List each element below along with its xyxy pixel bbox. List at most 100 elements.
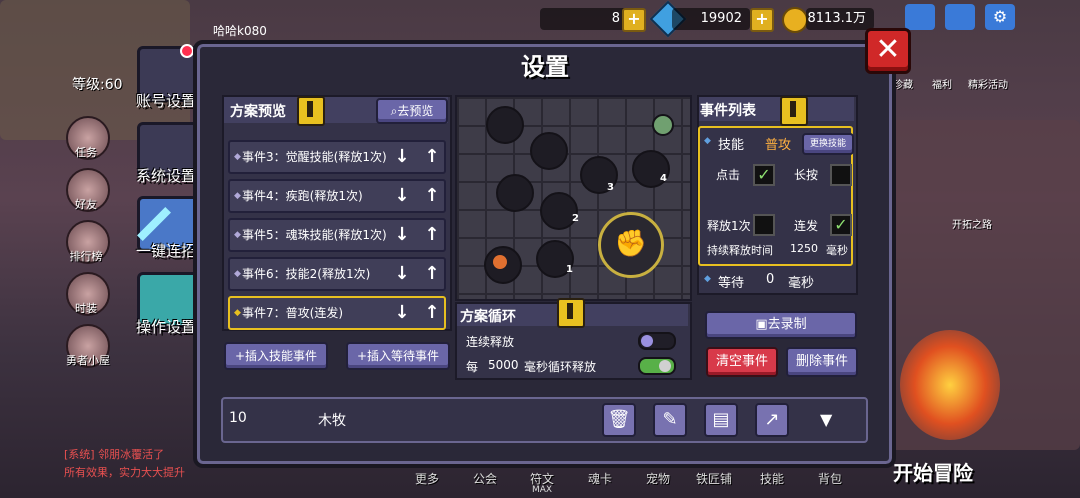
event-bullet-icon: ◆ — [234, 152, 241, 162]
loop-clipboard-icon[interactable] — [557, 298, 585, 328]
settings-gear-icon[interactable]: ⚙ — [985, 4, 1015, 30]
scheme-name: 木牧 — [318, 413, 346, 429]
add-resource-button[interactable]: + — [622, 8, 646, 32]
nav-more[interactable]: 更多 — [415, 470, 439, 487]
map-node — [486, 106, 524, 144]
fist-center-icon: ✊ — [598, 212, 664, 278]
nav-soul-card[interactable]: 魂卡 — [588, 470, 612, 487]
move-down-arrow-icon[interactable]: ↓ — [394, 220, 410, 250]
move-up-arrow-icon[interactable]: ↑ — [424, 259, 440, 289]
event-label-7: 事件7：普攻(连发) — [242, 306, 343, 320]
hold-checkbox[interactable] — [830, 164, 852, 186]
loop-every-label: 每 — [466, 360, 479, 374]
goto-preview-button[interactable]: ⌕去预览 — [376, 98, 448, 124]
event-row-4[interactable]: ◆ 事件4：疾跑(释放1次) ↓ ↑ — [228, 179, 446, 213]
map-node — [530, 132, 568, 170]
change-skill-button[interactable]: 更换技能 — [802, 133, 854, 155]
tap-checkbox[interactable]: ✓ — [753, 164, 775, 186]
event-row-5[interactable]: ◆ 事件5：魂珠技能(释放1次) ↓ ↑ — [228, 218, 446, 252]
move-up-arrow-icon[interactable]: ↑ — [424, 298, 440, 328]
notice-icon[interactable] — [945, 4, 975, 30]
left-menu-friends: 好友 — [75, 198, 97, 211]
event-bullet-icon: ◆ — [234, 191, 241, 201]
gold-count: 8113.1万 — [807, 11, 867, 26]
preview-title: 方案预览 — [230, 104, 286, 120]
close-button[interactable]: ✕ — [865, 28, 911, 74]
tab-one-key-combo-label: 一键连招 — [135, 242, 196, 260]
player-name: 哈哈k080 — [213, 24, 267, 38]
right-menu-events[interactable]: 精彩活动 — [968, 76, 1008, 91]
map-node — [540, 192, 578, 230]
tab-system-settings-label: 系统设置 — [135, 167, 196, 185]
loop-title: 方案循环 — [460, 309, 516, 325]
preview-clipboard-icon[interactable] — [297, 96, 325, 126]
bg-fire-glow — [900, 330, 1000, 440]
event-label-5: 事件5：魂珠技能(释放1次) — [242, 228, 387, 242]
move-down-arrow-icon[interactable]: ↓ — [394, 142, 410, 172]
account-notification-dot — [180, 44, 194, 58]
map-node-label-2: 2 — [572, 213, 579, 224]
tab-account-settings-label: 账号设置 — [135, 92, 196, 110]
move-up-arrow-icon[interactable]: ↑ — [424, 142, 440, 172]
wait-label: 等待 — [718, 276, 745, 291]
map-node-label-4: 4 — [660, 173, 667, 184]
player-level: 等级:60 — [72, 77, 123, 93]
move-up-arrow-icon[interactable]: ↑ — [424, 220, 440, 250]
loop-release-toggle[interactable] — [638, 357, 676, 375]
move-down-arrow-icon[interactable]: ↓ — [394, 298, 410, 328]
release-once-checkbox[interactable] — [753, 214, 775, 236]
dropdown-chevron-icon[interactable]: ▼ — [820, 410, 832, 429]
gems-pill: 19902 — [672, 8, 750, 30]
add-gems-button[interactable]: + — [750, 8, 774, 32]
map-node-small — [652, 114, 674, 136]
nav-guild[interactable]: 公会 — [473, 470, 497, 487]
gold-coin-icon — [782, 7, 808, 33]
plus-icon: + — [356, 349, 368, 363]
eraser-icon[interactable]: ✎ — [653, 403, 687, 437]
duration-value[interactable]: 1250 — [790, 242, 818, 255]
burst-checkbox[interactable]: ✓ — [830, 214, 852, 236]
wait-unit: 毫秒 — [788, 276, 815, 291]
loop-interval-value[interactable]: 5000 — [488, 358, 519, 372]
right-menu-welfare[interactable]: 福利 — [932, 76, 952, 91]
nav-pet[interactable]: 宠物 — [646, 470, 670, 487]
insert-wait-event-button[interactable]: +插入等待事件 — [346, 342, 450, 370]
nav-skill[interactable]: 技能 — [760, 470, 784, 487]
loop-interval-suffix: 毫秒循环释放 — [524, 360, 597, 374]
continuous-release-toggle[interactable] — [638, 332, 676, 350]
right-menu-collection[interactable]: 珍藏 — [893, 76, 913, 91]
event-bullet-icon: ◆ — [234, 230, 241, 240]
insert-skill-event-button[interactable]: +插入技能事件 — [224, 342, 328, 370]
move-down-arrow-icon[interactable]: ↓ — [394, 259, 410, 289]
delete-event-button[interactable]: 删除事件 — [786, 347, 858, 377]
nav-backpack[interactable]: 背包 — [818, 470, 842, 487]
event-list-clipboard-icon[interactable] — [780, 96, 808, 126]
start-adventure-button[interactable]: 开始冒险 — [893, 457, 973, 486]
event-row-7-selected[interactable]: ◆ 事件7：普攻(连发) ↓ ↑ — [228, 296, 446, 330]
right-menu-pioneer-road[interactable]: 开拓之路 — [952, 216, 992, 231]
continuous-release-label: 连续释放 — [466, 335, 515, 349]
record-button[interactable]: ▣去录制 — [705, 311, 857, 339]
system-log-line-1: [系统] 邻朋冰覆活了 — [64, 448, 165, 461]
clipboard-icon[interactable]: ▤ — [704, 403, 738, 437]
event-row-6[interactable]: ◆ 事件6：技能2(释放1次) ↓ ↑ — [228, 257, 446, 291]
mail-icon[interactable] — [905, 4, 935, 30]
nav-blacksmith[interactable]: 铁匠铺 — [696, 470, 732, 487]
move-down-arrow-icon[interactable]: ↓ — [394, 181, 410, 211]
insert-skill-event-label: 插入技能事件 — [245, 349, 318, 363]
gold-pill: 8113.1万 — [806, 8, 874, 30]
resource-count: 8 — [611, 11, 620, 26]
event-row-3[interactable]: ◆ 事件3：觉醒技能(释放1次) ↓ ↑ — [228, 140, 446, 174]
scheme-number: 10 — [229, 410, 247, 426]
toggle-knob — [659, 360, 671, 372]
edit-external-icon[interactable]: ↗ — [755, 403, 789, 437]
event-list-title: 事件列表 — [700, 103, 756, 119]
wait-bullet-icon: ◆ — [704, 274, 711, 284]
event-label-4: 事件4：疾跑(释放1次) — [242, 189, 363, 203]
trash-icon[interactable]: 🗑 — [602, 403, 636, 437]
clear-events-button[interactable]: 清空事件 — [706, 347, 778, 377]
event-bullet-icon: ◆ — [234, 269, 241, 279]
plus-icon: + — [234, 349, 246, 363]
wait-value[interactable]: 0 — [766, 272, 774, 287]
move-up-arrow-icon[interactable]: ↑ — [424, 181, 440, 211]
